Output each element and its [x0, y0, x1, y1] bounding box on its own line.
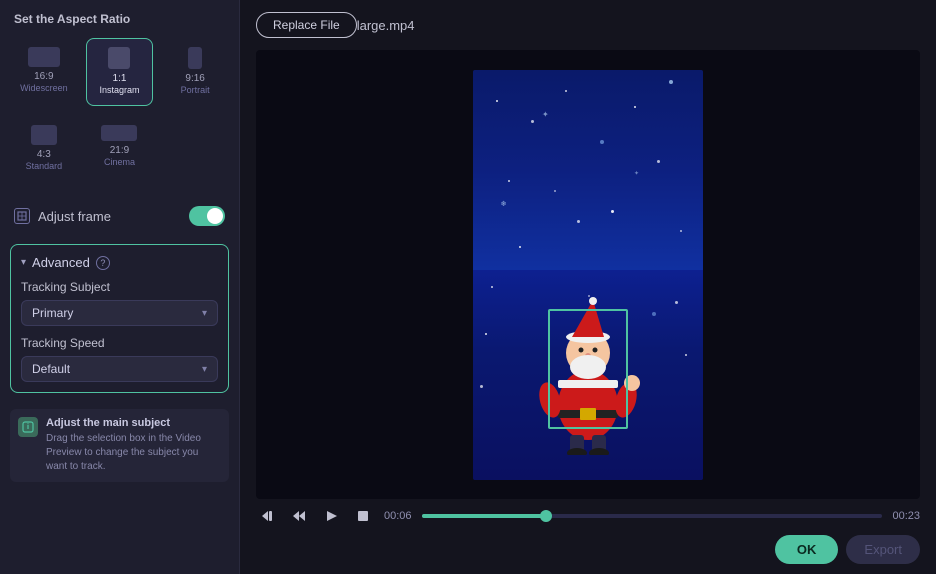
top-bar: Replace File large.mp4	[256, 12, 920, 38]
stars-layer-top	[473, 70, 703, 270]
video-preview: ✦ ✦ ❄	[256, 50, 920, 499]
adjust-frame-left: Adjust frame	[14, 208, 111, 224]
video-container: ✦ ✦ ❄	[473, 70, 703, 480]
export-button: Export	[846, 535, 920, 564]
sparkle1: ✦	[542, 110, 549, 119]
tracking-subject-value: Primary	[32, 306, 73, 320]
aspect-sublabel-11: Instagram	[99, 85, 139, 95]
progress-thumb[interactable]	[540, 510, 552, 522]
tracking-speed-arrow-icon: ▾	[202, 364, 207, 375]
tracking-speed-dropdown[interactable]: Default ▾	[21, 356, 218, 382]
time-current: 00:06	[384, 510, 412, 522]
main-content: Replace File large.mp4	[240, 0, 936, 574]
aspect-sublabel-219: Cinema	[104, 157, 135, 167]
info-box: Adjust the main subject Drag the selecti…	[10, 409, 229, 482]
aspect-icon-219	[101, 125, 137, 141]
sidebar-title: Set the Aspect Ratio	[10, 12, 229, 26]
aspect-ratio-grid-row1: 16:9Widescreen 1:1Instagram 9:16Portrait	[10, 38, 229, 106]
video-bottom-section	[473, 270, 703, 480]
time-total: 00:23	[892, 510, 920, 522]
aspect-label-169: 16:9Widescreen	[20, 71, 68, 95]
aspect-icon-169	[28, 47, 60, 67]
aspect-sublabel-169: Widescreen	[20, 83, 68, 93]
aspect-ratio-grid-row2: 4:3Standard 21:9Cinema	[10, 116, 229, 182]
aspect-label-916: 9:16Portrait	[181, 73, 210, 97]
aspect-ratio-219[interactable]: 21:9Cinema	[86, 116, 154, 182]
advanced-title: Advanced	[32, 255, 90, 270]
sparkle2: ✦	[634, 170, 639, 177]
prev-icon	[260, 509, 274, 523]
aspect-sublabel-916: Portrait	[181, 85, 210, 95]
aspect-icon-916	[188, 47, 202, 69]
rewind-icon	[292, 509, 306, 523]
adjust-frame-icon	[14, 208, 30, 224]
aspect-label-11: 1:1Instagram	[99, 73, 139, 97]
aspect-ratio-169[interactable]: 16:9Widescreen	[10, 38, 78, 106]
tracking-subject-label: Tracking Subject	[21, 280, 218, 294]
frame-svg-icon	[17, 211, 27, 221]
tracking-subject-dropdown[interactable]: Primary ▾	[21, 300, 218, 326]
aspect-label-219: 21:9Cinema	[104, 145, 135, 169]
aspect-ratio-11[interactable]: 1:1Instagram	[86, 38, 154, 106]
bottom-bar: OK Export	[256, 529, 920, 564]
advanced-header: ▾ Advanced ?	[21, 255, 218, 270]
tracking-speed-value: Default	[32, 362, 70, 376]
progress-bar[interactable]	[422, 514, 883, 518]
playback-play-button[interactable]	[320, 507, 342, 525]
advanced-chevron-icon[interactable]: ▾	[21, 257, 26, 268]
toggle-knob	[207, 208, 223, 224]
santa-illustration	[528, 295, 648, 455]
aspect-ratio-43[interactable]: 4:3Standard	[10, 116, 78, 182]
sparkle3: ❄	[501, 200, 507, 208]
sidebar: Set the Aspect Ratio 16:9Widescreen 1:1I…	[0, 0, 240, 574]
aspect-icon-43	[31, 125, 57, 145]
tracking-subject-arrow-icon: ▾	[202, 308, 207, 319]
video-top-section: ✦ ✦ ❄	[473, 70, 703, 270]
playback-prev-button[interactable]	[256, 507, 278, 525]
info-title: Adjust the main subject	[46, 417, 221, 429]
adjust-frame-label: Adjust frame	[38, 209, 111, 224]
advanced-help-icon[interactable]: ?	[96, 256, 110, 270]
info-icon-wrap	[18, 417, 38, 437]
info-svg-icon	[22, 421, 34, 433]
play-icon	[324, 509, 338, 523]
stop-icon	[356, 509, 370, 523]
adjust-frame-toggle[interactable]	[189, 206, 225, 226]
aspect-ratio-916[interactable]: 9:16Portrait	[161, 38, 229, 106]
aspect-label-43: 4:3Standard	[26, 149, 63, 173]
playback-stop-button[interactable]	[352, 507, 374, 525]
advanced-section: ▾ Advanced ? Tracking Subject Primary ▾ …	[10, 244, 229, 393]
playback-area: 00:06 00:23	[256, 499, 920, 529]
replace-file-button[interactable]: Replace File	[256, 12, 357, 38]
playback-rewind-button[interactable]	[288, 507, 310, 525]
adjust-frame-row: Adjust frame	[10, 198, 229, 234]
progress-fill	[422, 514, 546, 518]
aspect-icon-11	[108, 47, 130, 69]
ok-button[interactable]: OK	[775, 535, 839, 564]
aspect-sublabel-43: Standard	[26, 161, 63, 171]
tracking-speed-label: Tracking Speed	[21, 336, 218, 350]
info-text-wrap: Adjust the main subject Drag the selecti…	[46, 417, 221, 474]
info-description: Drag the selection box in the Video Prev…	[46, 432, 221, 474]
file-name: large.mp4	[357, 18, 415, 33]
